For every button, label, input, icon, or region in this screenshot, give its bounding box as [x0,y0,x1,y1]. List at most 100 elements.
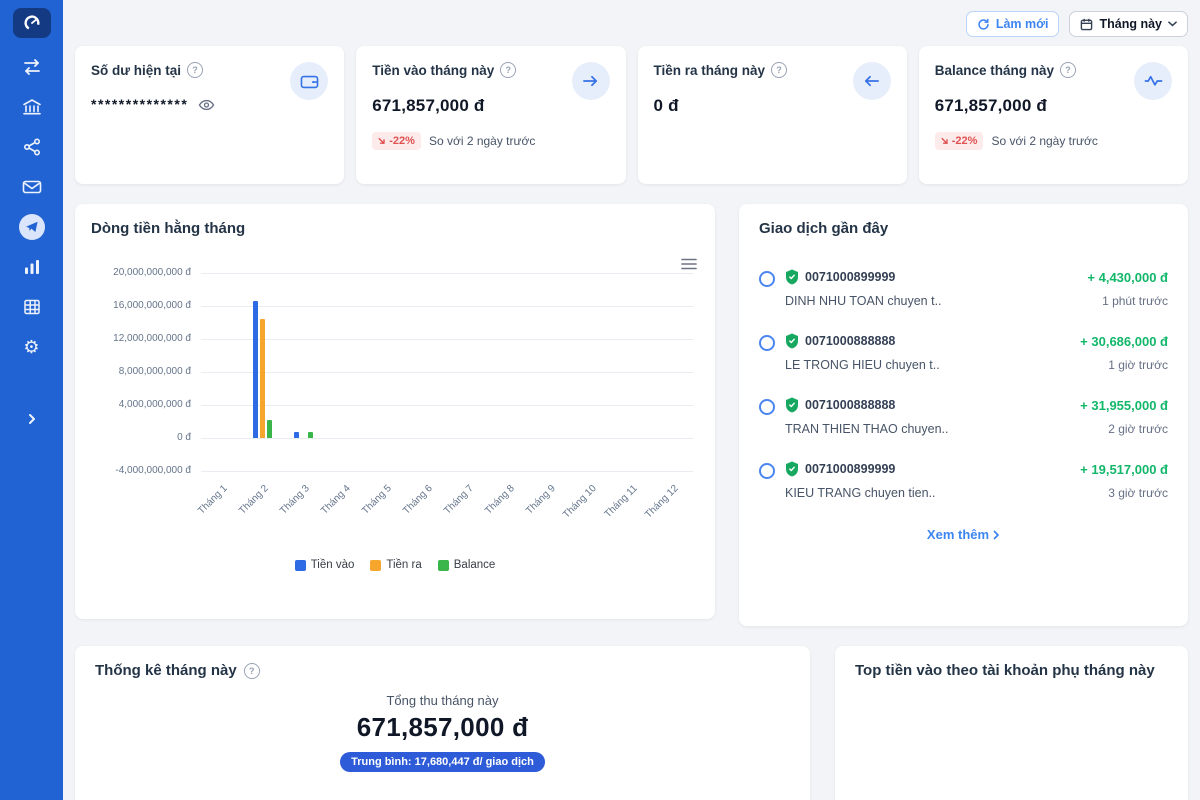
transaction-account: 0071000888888 [805,334,895,348]
trend-down-arrow-icon [941,137,949,145]
transaction-account: 0071000888888 [805,398,895,412]
transaction-row[interactable]: 0071000888888 + 31,955,000 đ TRAN THIEN … [759,385,1168,449]
recent-transactions-card: Giao dịch gần đây 0071000899999 + 4,430,… [739,204,1188,626]
refresh-label: Làm mới [996,17,1049,31]
bar-Balance-Tháng 3[interactable] [308,432,313,438]
transaction-time: 1 phút trước [1102,294,1168,308]
transaction-time: 1 giờ trước [1108,358,1168,372]
legend-swatch [438,560,449,571]
stat-card-balance-current: Số dư hiện tại ? ************** [75,46,344,184]
bar-Tiền ra-Tháng 2[interactable] [260,319,265,438]
help-icon[interactable]: ? [244,663,260,679]
legend-item-Tiền ra[interactable]: Tiền ra [370,559,421,571]
stat-title: Số dư hiện tại [91,63,181,78]
dashboard-page: ⚙ Làm mới Tháng này [0,0,1200,800]
transaction-desc: TRAN THIEN THAO chuyen.. [785,422,948,436]
sidebar-item-telegram-active[interactable] [12,210,52,244]
sidebar-expand-button[interactable] [12,402,52,436]
stat-cards-row: Số dư hiện tại ? ************** [75,46,1188,184]
stat-card-money-in: Tiền vào tháng này ? 671,857,000 đ -22% [356,46,625,184]
sidebar-item-bank[interactable] [12,90,52,124]
transaction-amount: + 31,955,000 đ [1080,398,1168,413]
help-icon[interactable]: ? [187,62,203,78]
masked-balance-value: ************** [91,96,188,112]
refresh-icon [977,18,990,31]
help-icon[interactable]: ? [500,62,516,78]
chevron-right-icon [27,413,37,425]
shield-check-icon [785,269,799,285]
top-subaccounts-title: Top tiền vào theo tài khoản phụ tháng nà… [855,662,1155,679]
month-stats-card: Thống kê tháng này ? Tổng thu tháng này … [75,646,810,800]
stat-title: Balance tháng này [935,63,1054,78]
legend-label: Balance [454,559,496,571]
y-axis-tick-label: 20,000,000,000 đ [91,267,191,278]
table-grid-icon [23,298,41,316]
transaction-desc: KIEU TRANG chuyen tien.. [785,486,936,500]
legend-swatch [370,560,381,571]
chart-gridline [201,372,693,373]
sidebar-item-settings[interactable]: ⚙ [12,330,52,364]
legend-item-Balance[interactable]: Balance [438,559,496,571]
sidebar-item-transfers[interactable] [12,50,52,84]
main-content: Làm mới Tháng này Số dư hiện tại ? [63,0,1200,800]
bar-Tiền vào-Tháng 3[interactable] [294,432,299,438]
transfer-arrows-icon [22,58,42,76]
cashflow-chart-card: Dòng tiền hằng tháng Tiền vàoTiền raBala… [75,204,715,619]
sidebar: ⚙ [0,0,63,800]
period-dropdown[interactable]: Tháng này [1069,11,1188,37]
timeline-dot-icon [759,463,775,479]
transaction-time: 2 giờ trước [1108,422,1168,436]
legend-label: Tiền ra [386,559,421,571]
trend-badge: -22% [372,132,421,150]
y-axis-tick-label: 4,000,000,000 đ [91,399,191,410]
mail-icon [22,179,42,195]
help-icon[interactable]: ? [1060,62,1076,78]
transaction-row[interactable]: 0071000899999 + 19,517,000 đ KIEU TRANG … [759,449,1168,513]
y-axis-tick-label: 12,000,000,000 đ [91,333,191,344]
total-income-label: Tổng thu tháng này [386,693,498,708]
y-axis-tick-label: 8,000,000,000 đ [91,366,191,377]
see-more-link[interactable]: Xem thêm [759,527,1168,542]
transaction-amount: + 19,517,000 đ [1080,462,1168,477]
sidebar-item-share[interactable] [12,130,52,164]
transaction-desc: DINH NHU TOAN chuyen t.. [785,294,942,308]
refresh-button[interactable]: Làm mới [966,11,1060,37]
timeline-dot-icon [759,399,775,415]
help-icon[interactable]: ? [771,62,787,78]
stat-value: 671,857,000 đ [372,96,484,116]
stat-title: Tiền vào tháng này [372,63,494,78]
shield-check-icon [785,461,799,477]
chart-gridline [201,273,693,274]
shield-check-icon [785,333,799,349]
bar-Balance-Tháng 2[interactable] [267,420,272,438]
wallet-icon [290,62,328,100]
chart-gridline [201,471,693,472]
transaction-row[interactable]: 0071000899999 + 4,430,000 đ DINH NHU TOA… [759,257,1168,321]
transactions-list: 0071000899999 + 4,430,000 đ DINH NHU TOA… [759,257,1168,513]
bar-Tiền vào-Tháng 2[interactable] [253,301,258,438]
sidebar-item-reports[interactable] [12,250,52,284]
sidebar-item-messages[interactable] [12,170,52,204]
stat-card-money-out: Tiền ra tháng này ? 0 đ [638,46,907,184]
transaction-amount: + 30,686,000 đ [1080,334,1168,349]
transaction-account: 0071000899999 [805,270,895,284]
total-income-value: 671,857,000 đ [357,712,529,743]
transaction-time: 3 giờ trước [1108,486,1168,500]
shield-check-icon [785,397,799,413]
transaction-row[interactable]: 0071000888888 + 30,686,000 đ LE TRONG HI… [759,321,1168,385]
trend-down-arrow-icon [378,137,386,145]
sidebar-item-table[interactable] [12,290,52,324]
chart-gridline [201,438,693,439]
transaction-amount: + 4,430,000 đ [1087,270,1168,285]
y-axis-tick-label: 16,000,000,000 đ [91,300,191,311]
legend-item-Tiền vào[interactable]: Tiền vào [295,559,355,571]
stat-card-balance-month: Balance tháng này ? 671,857,000 đ -22% [919,46,1188,184]
arrow-left-icon [853,62,891,100]
eye-toggle-icon[interactable] [198,99,215,111]
period-label: Tháng này [1099,17,1162,31]
gear-icon: ⚙ [23,338,39,356]
timeline-dot-icon [759,271,775,287]
bank-icon [22,98,42,116]
timeline-dot-icon [759,335,775,351]
app-logo[interactable] [13,8,51,38]
